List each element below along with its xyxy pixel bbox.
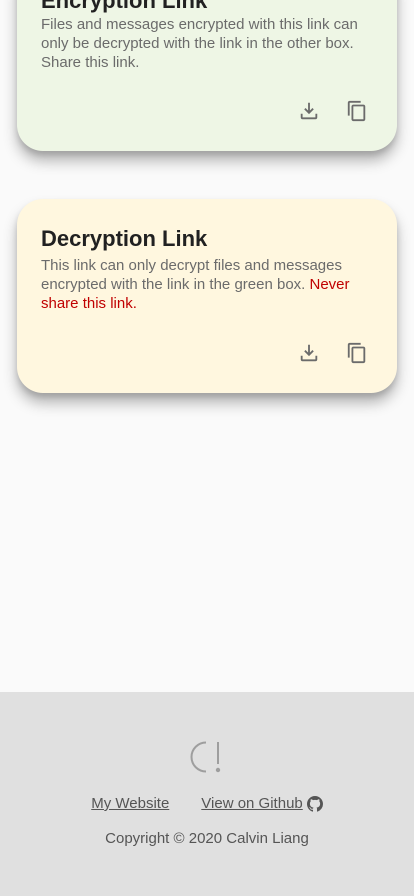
download-icon (300, 344, 318, 362)
encryption-copy-button[interactable] (343, 97, 371, 125)
decryption-copy-button[interactable] (343, 339, 371, 367)
decryption-card-title: Decryption Link (41, 226, 208, 251)
copy-icon (347, 342, 366, 364)
github-link-label: View on Github (201, 795, 303, 812)
page: Encryption Link Files and messages encry… (0, 0, 414, 896)
encryption-link-card: Encryption Link Files and messages encry… (17, 0, 397, 151)
my-website-link[interactable]: My Website (91, 795, 169, 812)
decryption-card-description-text: This link can only decrypt files and mes… (41, 257, 342, 293)
decryption-link-card: Decryption Link This link can only decry… (17, 199, 397, 393)
decryption-download-button[interactable] (295, 339, 323, 367)
github-icon (306, 795, 323, 812)
github-link[interactable]: View on Github (201, 795, 323, 812)
app-logo-icon (190, 741, 221, 773)
encryption-download-button[interactable] (295, 97, 323, 125)
my-website-link-label: My Website (91, 795, 170, 812)
copyright-text: Copyright © 2020 Calvin Liang (105, 830, 309, 847)
footer: My Website View on Github Copyright © 20… (0, 692, 414, 896)
encryption-card-title: Encryption Link (41, 0, 208, 13)
decryption-card-description: This link can only decrypt files and mes… (41, 256, 381, 313)
download-icon (300, 102, 318, 120)
footer-links: My Website View on Github (0, 795, 414, 812)
copy-icon (347, 100, 366, 122)
encryption-card-description: Files and messages encrypted with this l… (41, 16, 358, 71)
